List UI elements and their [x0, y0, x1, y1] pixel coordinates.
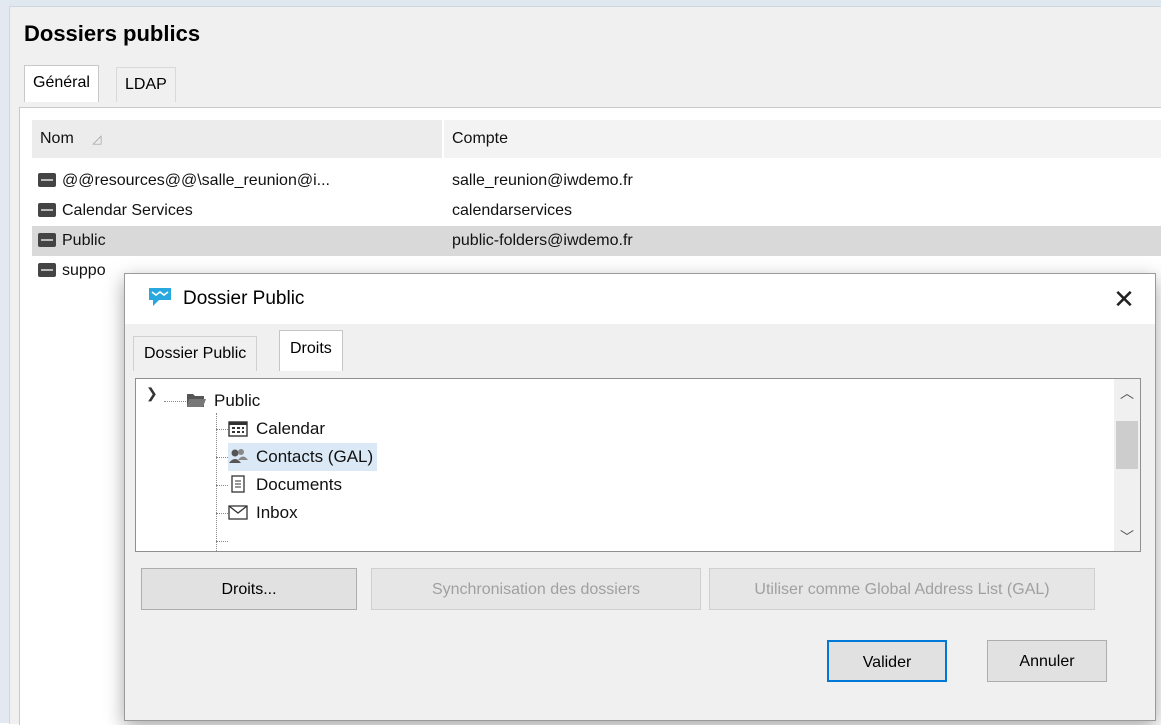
column-header-name-label: Nom [40, 130, 74, 147]
tree-connector [216, 485, 228, 486]
public-folder-icon [38, 263, 56, 277]
row-name: suppo [62, 262, 106, 279]
row-account: public-folders@iwdemo.fr [452, 232, 633, 249]
outer-window-border-left [0, 0, 9, 723]
tree-item-label: Calendar [256, 419, 325, 438]
tree-connector [216, 457, 228, 458]
tab-general[interactable]: Général [24, 65, 99, 102]
public-folder-icon [38, 203, 56, 217]
tree-item-contacts[interactable]: Contacts (GAL) [228, 443, 378, 471]
tree-connector [216, 429, 228, 430]
chevron-down-icon[interactable]: ﹀ [1114, 527, 1140, 547]
table-row-selected[interactable]: Public public-folders@iwdemo.fr [32, 226, 1161, 256]
validate-button[interactable]: Valider [827, 640, 947, 682]
row-account: calendarservices [452, 202, 573, 219]
document-icon [231, 475, 245, 493]
rights-button[interactable]: Droits... [141, 568, 357, 610]
row-name-cell: Public [38, 226, 106, 256]
table-row[interactable]: Calendar Services calendarservices [32, 196, 1161, 226]
chevron-down-icon[interactable]: ❯ [146, 385, 158, 402]
tree-item-public[interactable]: Public [186, 387, 260, 415]
sort-ascending-icon: ◿ [92, 132, 102, 146]
dialog-titlebar[interactable]: Dossier Public ✕ [125, 274, 1155, 324]
tree-item-calendar[interactable]: Calendar [228, 415, 325, 443]
tab-dossier-public[interactable]: Dossier Public [133, 336, 258, 371]
table-row[interactable]: @@resources@@\salle_reunion@i... salle_r… [32, 166, 1161, 196]
tree-item-inbox[interactable]: Inbox [228, 499, 298, 527]
row-name-cell: Calendar Services [38, 196, 193, 226]
public-folder-dialog: Dossier Public ✕ Dossier Public Droits ❯… [124, 273, 1156, 721]
tree-connector [216, 541, 228, 542]
scrollbar-thumb[interactable] [1116, 421, 1138, 469]
public-folder-icon [38, 173, 56, 187]
calendar-icon [228, 421, 248, 437]
public-folder-icon [38, 233, 56, 247]
close-icon[interactable]: ✕ [1107, 282, 1141, 316]
chevron-up-icon[interactable]: ︿ [1114, 383, 1140, 403]
sync-folders-button[interactable]: Synchronisation des dossiers [371, 568, 701, 610]
tree-scrollbar[interactable]: ︿ ﹀ [1114, 379, 1140, 551]
tree-item-label: Contacts (GAL) [256, 447, 374, 466]
row-name-cell: @@resources@@\salle_reunion@i... [38, 166, 330, 196]
column-header-account[interactable]: Compte [444, 120, 1161, 158]
tree-item-label: Documents [256, 475, 342, 494]
folder-tree: ❯ Public Calendar Contacts (GAL) Documen… [135, 378, 1141, 552]
contacts-icon [229, 449, 248, 463]
row-name-cell: suppo [38, 256, 106, 286]
cancel-button[interactable]: Annuler [987, 640, 1107, 682]
dialog-title: Dossier Public [183, 288, 305, 309]
folder-open-icon [187, 394, 206, 407]
tab-ldap[interactable]: LDAP [116, 67, 176, 102]
tree-item-label: Inbox [256, 503, 298, 522]
row-name: Public [62, 232, 106, 249]
tab-droits[interactable]: Droits [279, 330, 343, 371]
tree-connector [164, 401, 186, 402]
mail-icon [228, 505, 248, 520]
page-title: Dossiers publics [24, 21, 201, 46]
row-name: Calendar Services [62, 202, 193, 219]
tree-connector [216, 513, 228, 514]
tree-item-label: Public [214, 391, 261, 410]
row-name: @@resources@@\salle_reunion@i... [62, 172, 330, 189]
column-header-name[interactable]: Nom ◿ [32, 120, 442, 158]
tree-connector [216, 413, 217, 551]
tree-item-documents[interactable]: Documents [228, 471, 342, 499]
app-chat-icon [149, 288, 171, 306]
row-account: salle_reunion@iwdemo.fr [452, 172, 633, 189]
use-as-gal-button[interactable]: Utiliser comme Global Address List (GAL) [709, 568, 1095, 610]
column-header-account-label: Compte [452, 130, 509, 147]
